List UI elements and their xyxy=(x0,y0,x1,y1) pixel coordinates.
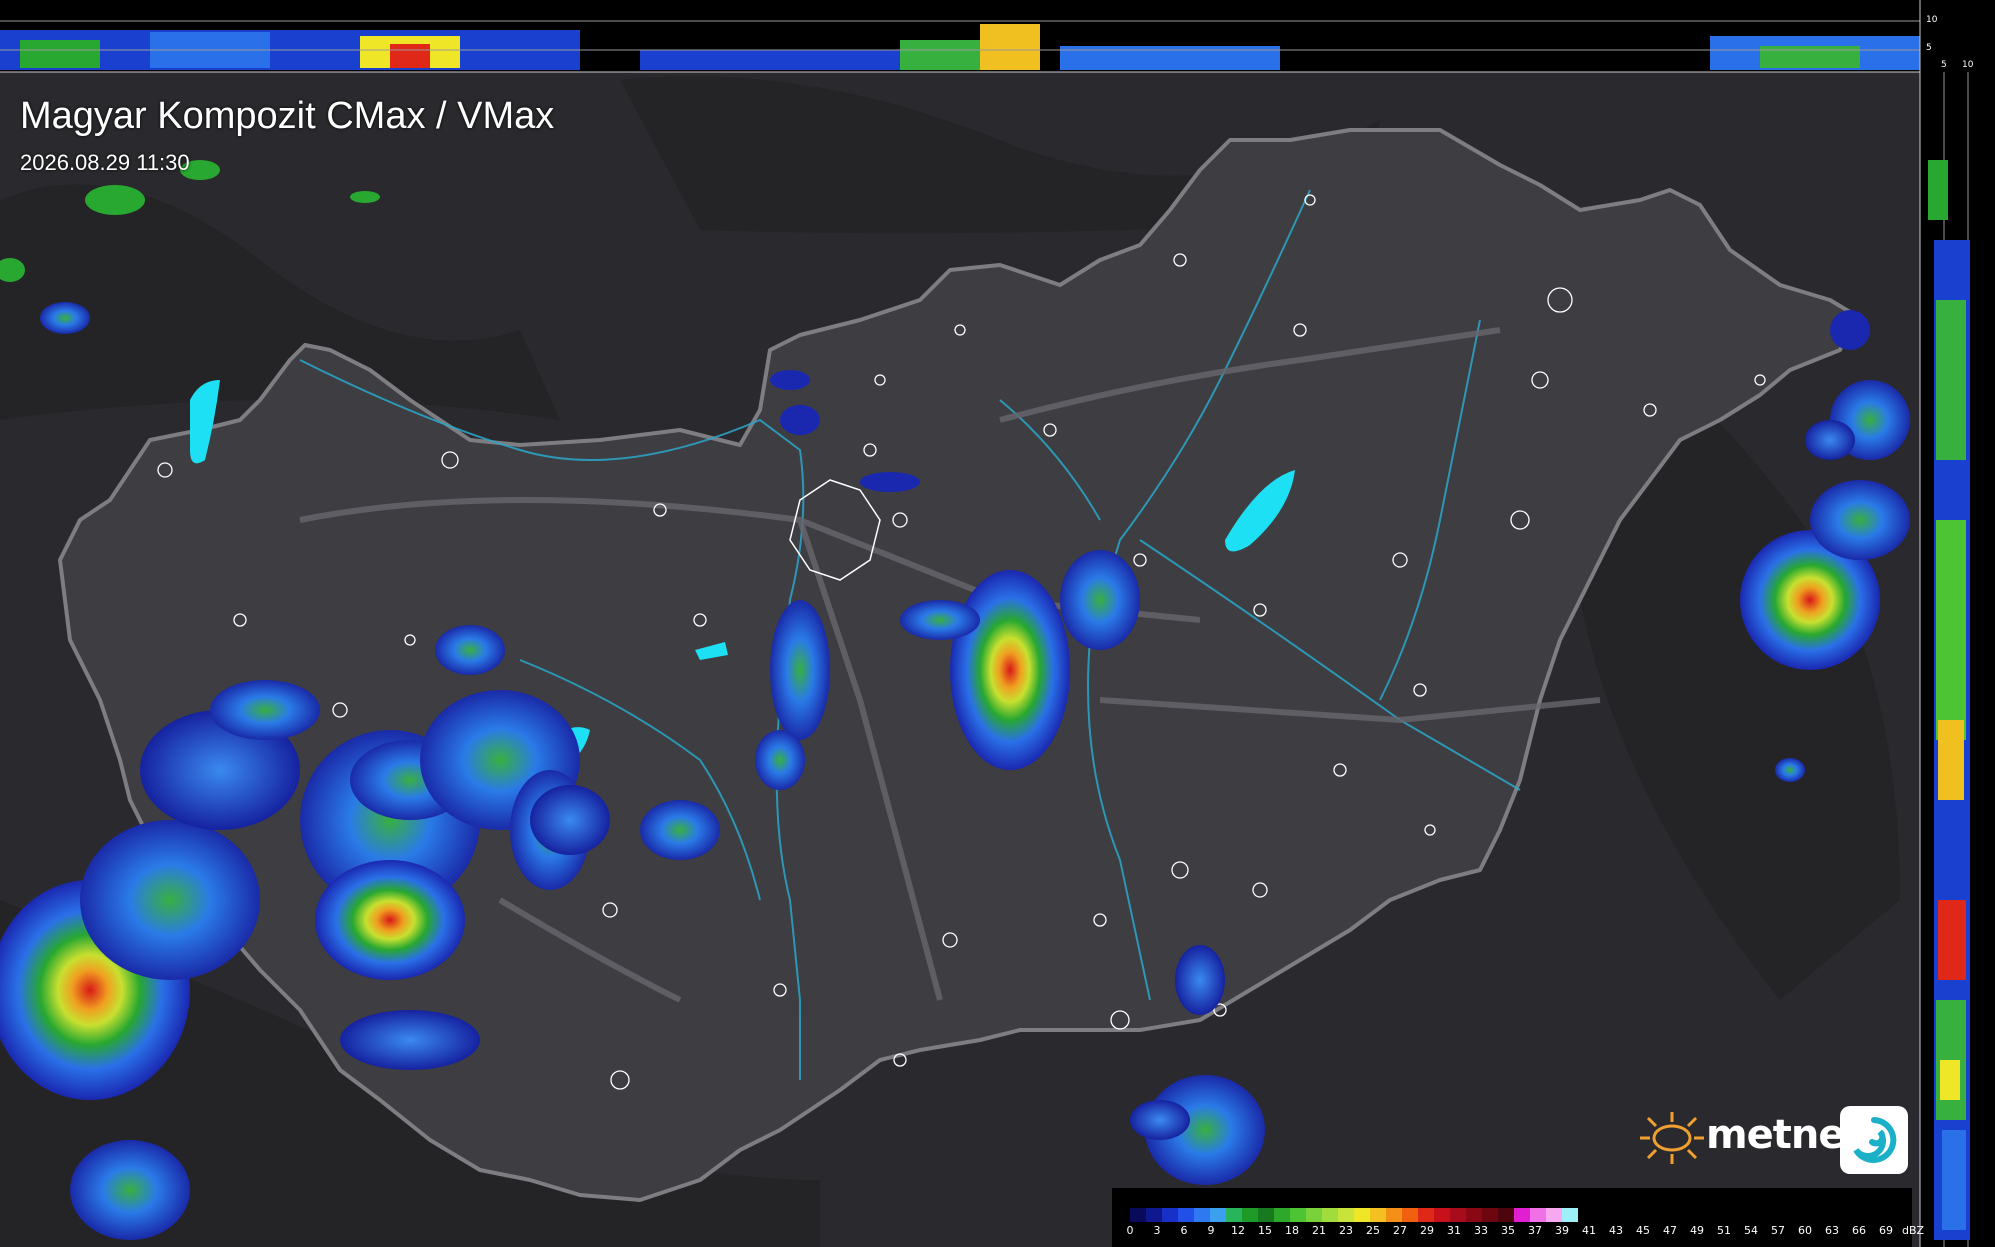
legend-swatch xyxy=(1146,1208,1162,1222)
legend-label: 66 xyxy=(1852,1224,1866,1237)
brand-name: metnet xyxy=(1706,1112,1864,1158)
legend-label: 15 xyxy=(1258,1224,1272,1237)
legend-swatch xyxy=(1530,1208,1546,1222)
legend-swatch xyxy=(1546,1208,1562,1222)
legend-label: 23 xyxy=(1339,1224,1353,1237)
legend-label: 21 xyxy=(1312,1224,1326,1237)
legend-label: 51 xyxy=(1717,1224,1731,1237)
legend-swatch xyxy=(1418,1208,1434,1222)
side-strip-echoes xyxy=(1928,160,1970,1240)
legend-swatch xyxy=(1194,1208,1210,1222)
legend-label: 31 xyxy=(1447,1224,1461,1237)
legend-swatch xyxy=(1434,1208,1450,1222)
top-strip-tick-5: 5 xyxy=(1926,43,1932,53)
legend-swatch xyxy=(1226,1208,1242,1222)
legend-swatch xyxy=(1290,1208,1306,1222)
legend-label: 60 xyxy=(1798,1224,1812,1237)
legend-label: 41 xyxy=(1582,1224,1596,1237)
side-strip-tick-10: 10 xyxy=(1962,60,1974,70)
radar-map xyxy=(0,0,1995,1247)
legend-label: 43 xyxy=(1609,1224,1623,1237)
legend-swatch xyxy=(1322,1208,1338,1222)
legend-labels: 0 3 6 9 12 15 18 21 23 25 27 29 31 33 35 37 39 41 43 45 47 49… xyxy=(1126,1224,1925,1242)
legend-label: 47 xyxy=(1663,1224,1677,1237)
legend-label: 49 xyxy=(1690,1224,1704,1237)
metnet-logo: metnet xyxy=(1636,1104,1911,1180)
map-title: Magyar Kompozit CMax / VMax xyxy=(20,95,555,137)
legend-swatch xyxy=(1274,1208,1290,1222)
legend-swatch xyxy=(1210,1208,1226,1222)
legend-label: 69 xyxy=(1879,1224,1893,1237)
legend-swatch xyxy=(1450,1208,1466,1222)
legend-swatch xyxy=(1306,1208,1322,1222)
legend-label: 63 xyxy=(1825,1224,1839,1237)
legend-swatch xyxy=(1354,1208,1370,1222)
legend-label: 27 xyxy=(1393,1224,1407,1237)
legend-label: 57 xyxy=(1771,1224,1785,1237)
legend-label: 25 xyxy=(1366,1224,1380,1237)
side-strip-tick-5: 5 xyxy=(1941,60,1947,70)
legend-swatch xyxy=(1402,1208,1418,1222)
legend-swatch xyxy=(1562,1208,1578,1222)
legend-swatch xyxy=(1370,1208,1386,1222)
legend-swatch xyxy=(1242,1208,1258,1222)
top-strip-tick-10: 10 xyxy=(1926,15,1938,25)
legend-label: 9 xyxy=(1207,1224,1215,1237)
legend-label: 0 xyxy=(1126,1224,1134,1237)
legend-label: 35 xyxy=(1501,1224,1515,1237)
legend-label: 18 xyxy=(1285,1224,1299,1237)
dbz-legend: 0 3 6 9 12 15 18 21 23 25 27 29 31 33 35 37 39 41 43 45 47 49… xyxy=(1112,1188,1925,1247)
legend-swatch xyxy=(1498,1208,1514,1222)
legend-swatch xyxy=(1466,1208,1482,1222)
legend-unit: dBZ xyxy=(1901,1224,1925,1237)
legend-swatch xyxy=(1482,1208,1498,1222)
legend-color-bar xyxy=(1130,1208,1578,1222)
legend-label: 12 xyxy=(1231,1224,1245,1237)
legend-label: 33 xyxy=(1474,1224,1488,1237)
legend-label: 3 xyxy=(1153,1224,1161,1237)
legend-swatch xyxy=(1386,1208,1402,1222)
legend-label: 37 xyxy=(1528,1224,1542,1237)
legend-label: 39 xyxy=(1555,1224,1569,1237)
radar-map-view: Magyar Kompozit CMax / VMax 2026.08.29 1… xyxy=(0,0,1995,1247)
legend-label: 29 xyxy=(1420,1224,1434,1237)
legend-swatch xyxy=(1514,1208,1530,1222)
legend-swatch xyxy=(1338,1208,1354,1222)
legend-label: 6 xyxy=(1180,1224,1188,1237)
map-timestamp: 2026.08.29 11:30 xyxy=(20,150,190,175)
legend-swatch xyxy=(1178,1208,1194,1222)
legend-swatch xyxy=(1258,1208,1274,1222)
legend-swatch xyxy=(1130,1208,1146,1222)
legend-swatch xyxy=(1162,1208,1178,1222)
legend-label: 54 xyxy=(1744,1224,1758,1237)
legend-label: 45 xyxy=(1636,1224,1650,1237)
